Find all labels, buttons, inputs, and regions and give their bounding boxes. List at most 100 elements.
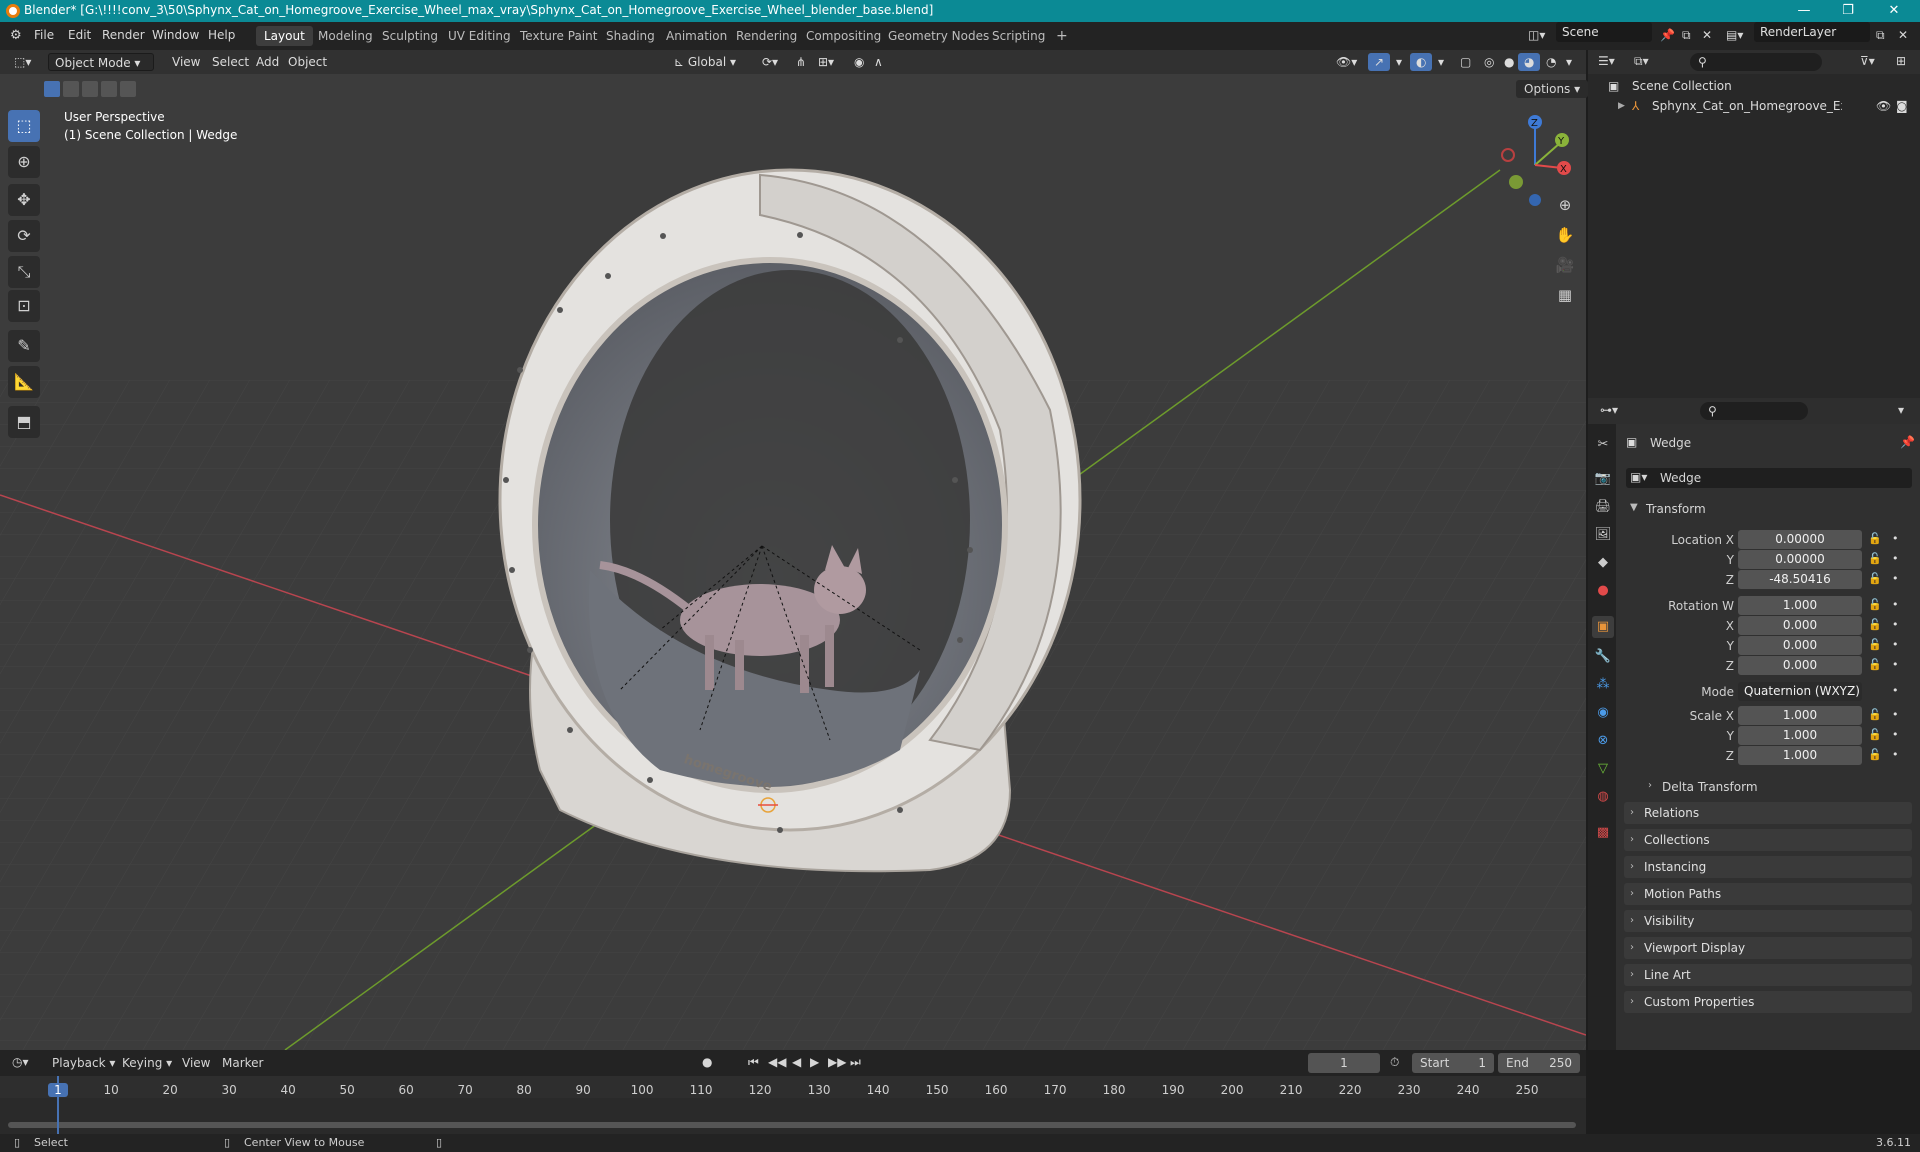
lock-icon[interactable]: 🔓 [1868, 572, 1882, 585]
gizmo-toggle-icon[interactable]: ↗ [1368, 53, 1391, 71]
lock-icon[interactable]: 🔓 [1868, 658, 1882, 671]
pin-object-icon[interactable]: 📌 [1900, 435, 1915, 449]
menu-help[interactable]: Help [208, 28, 235, 42]
panel-relations[interactable]: › Relations [1624, 802, 1912, 824]
timeline-scrollbar[interactable] [8, 1122, 1576, 1128]
keyframe-icon[interactable]: • [1892, 572, 1899, 585]
constraints-tab-icon[interactable]: ⊗ [1592, 730, 1614, 752]
panel-viewport-display[interactable]: › Viewport Display [1624, 937, 1912, 959]
menu-select[interactable]: Select [206, 53, 255, 71]
transform-panel-header[interactable]: ▼ Transform [1624, 498, 1914, 522]
menu-keying[interactable]: Keying ▾ [122, 1056, 172, 1070]
properties-options-icon[interactable]: ▾ [1898, 403, 1904, 417]
select-invert-icon[interactable] [101, 81, 117, 97]
object-tab-icon[interactable]: ▣ [1592, 616, 1614, 638]
keyframe-icon[interactable]: • [1892, 708, 1899, 721]
select-new-icon[interactable] [44, 81, 60, 97]
scene-browse-icon[interactable]: ◫▾ [1528, 28, 1545, 42]
menu-marker[interactable]: Marker [222, 1056, 263, 1070]
move-tool[interactable]: ✥ [8, 184, 40, 216]
tab-rendering[interactable]: Rendering [728, 26, 805, 46]
close-button[interactable]: ✕ [1874, 0, 1914, 22]
select-intersect-icon[interactable] [120, 81, 136, 97]
pin-icon[interactable]: 📌 [1660, 28, 1675, 42]
lock-icon[interactable]: 🔓 [1868, 638, 1882, 651]
snap-target-icon[interactable]: ⊞▾ [812, 53, 840, 71]
object-mode-dropdown[interactable]: Object Mode ▾ [48, 53, 154, 71]
keyframe-icon[interactable]: • [1892, 618, 1899, 631]
tool-tab-icon[interactable]: ✂ [1592, 434, 1614, 456]
properties-search-input[interactable]: ⚲ [1700, 402, 1808, 420]
object-data-browse-icon[interactable]: ▣▾ [1630, 470, 1647, 484]
delta-transform-subpanel[interactable]: › Delta Transform [1640, 776, 1910, 798]
jump-start-icon[interactable]: ⏮ [748, 1055, 759, 1070]
menu-timeline-view[interactable]: View [182, 1056, 210, 1070]
transform-tool[interactable]: ⊡ [8, 290, 40, 322]
shading-dropdown-icon[interactable]: ▾ [1560, 53, 1578, 71]
view-layer-browse-icon[interactable]: ▤▾ [1726, 28, 1743, 42]
lock-icon[interactable]: 🔓 [1868, 728, 1882, 741]
cursor-tool[interactable]: ⊕ [8, 146, 40, 178]
texture-tab-icon[interactable]: ▩ [1592, 822, 1614, 844]
render-tab-icon[interactable]: 📷 [1592, 468, 1614, 490]
transform-orientation-dropdown[interactable]: ⊾ Global ▾ [668, 53, 744, 71]
tab-animation[interactable]: Animation [658, 26, 735, 46]
new-collection-icon[interactable]: ⊞ [1896, 54, 1906, 68]
world-tab-icon[interactable]: ● [1592, 580, 1614, 602]
tab-geometry-nodes[interactable]: Geometry Nodes [880, 26, 997, 46]
physics-tab-icon[interactable]: ◉ [1592, 702, 1614, 724]
lock-icon[interactable]: 🔓 [1868, 552, 1882, 565]
disable-render-icon[interactable]: ◙ [1896, 96, 1908, 116]
material-tab-icon[interactable]: ◍ [1592, 786, 1614, 808]
play-icon[interactable]: ▶ [810, 1055, 819, 1069]
outliner-row-object[interactable]: ▶ ⅄ Sphynx_Cat_on_Homegroove_Exercise_ 👁… [1588, 96, 1920, 116]
modifier-tab-icon[interactable]: 🔧 [1592, 646, 1614, 668]
location-z-field[interactable]: -48.50416 [1738, 570, 1862, 589]
tab-compositing[interactable]: Compositing [798, 26, 889, 46]
pan-hand-icon[interactable]: ✋ [1552, 222, 1578, 248]
overlay-dropdown-icon[interactable]: ▾ [1432, 53, 1450, 71]
keyframe-icon[interactable]: • [1892, 598, 1899, 611]
lock-icon[interactable]: 🔓 [1868, 708, 1882, 721]
view-layer-tab-icon[interactable]: 🖼 [1592, 524, 1614, 546]
scale-y-field[interactable]: 1.000 [1738, 726, 1862, 745]
menu-view[interactable]: View [166, 53, 206, 71]
rotation-y-field[interactable]: 0.000 [1738, 636, 1862, 655]
panel-collections[interactable]: › Collections [1624, 829, 1912, 851]
panel-motion-paths[interactable]: › Motion Paths [1624, 883, 1912, 905]
menu-object[interactable]: Object [282, 53, 333, 71]
keyframe-icon[interactable]: • [1892, 532, 1899, 545]
options-dropdown[interactable]: Options ▾ [1516, 80, 1589, 98]
add-workspace-button[interactable]: + [1048, 26, 1076, 46]
particles-tab-icon[interactable]: ⁂ [1592, 674, 1614, 696]
blender-menu-icon[interactable]: ⚙ [10, 28, 22, 43]
timeline-editor-icon[interactable]: ◷▾ [12, 1055, 29, 1069]
outliner-row-scene-collection[interactable]: ▣ Scene Collection [1588, 76, 1920, 96]
scale-tool[interactable]: ⤡ [8, 256, 40, 288]
select-box-tool[interactable]: ⬚ [8, 110, 40, 142]
panel-instancing[interactable]: › Instancing [1624, 856, 1912, 878]
scale-x-field[interactable]: 1.000 [1738, 706, 1862, 725]
play-reverse-icon[interactable]: ◀ [792, 1055, 801, 1069]
location-y-field[interactable]: 0.00000 [1738, 550, 1862, 569]
menu-render[interactable]: Render [102, 28, 145, 42]
prev-keyframe-icon[interactable]: ◀◀ [768, 1055, 786, 1069]
keyframe-icon[interactable]: • [1892, 728, 1899, 741]
menu-file[interactable]: File [34, 28, 54, 42]
rotate-tool[interactable]: ⟳ [8, 220, 40, 252]
keyframe-icon[interactable]: • [1892, 748, 1899, 761]
tab-scripting[interactable]: Scripting [984, 26, 1053, 46]
new-scene-icon[interactable]: ⧉ [1682, 28, 1691, 43]
outliner-editor-icon[interactable]: ☰▾ [1598, 54, 1615, 68]
material-shading-icon[interactable]: ◕ [1518, 53, 1541, 71]
lock-icon[interactable]: 🔓 [1868, 618, 1882, 631]
3d-viewport[interactable]: homegroove User Perspective (1) Scene Co… [0, 50, 1586, 1050]
scene-tab-icon[interactable]: ◆ [1592, 552, 1614, 574]
overlay-toggle-icon[interactable]: ◐ [1410, 53, 1433, 71]
panel-line-art[interactable]: › Line Art [1624, 964, 1912, 986]
tab-layout[interactable]: Layout [256, 26, 313, 46]
delete-view-layer-icon[interactable]: ✕ [1898, 28, 1908, 42]
rotation-z-field[interactable]: 0.000 [1738, 656, 1862, 675]
snap-icon[interactable]: ⋔ [790, 53, 812, 71]
minimize-button[interactable]: — [1784, 0, 1824, 22]
